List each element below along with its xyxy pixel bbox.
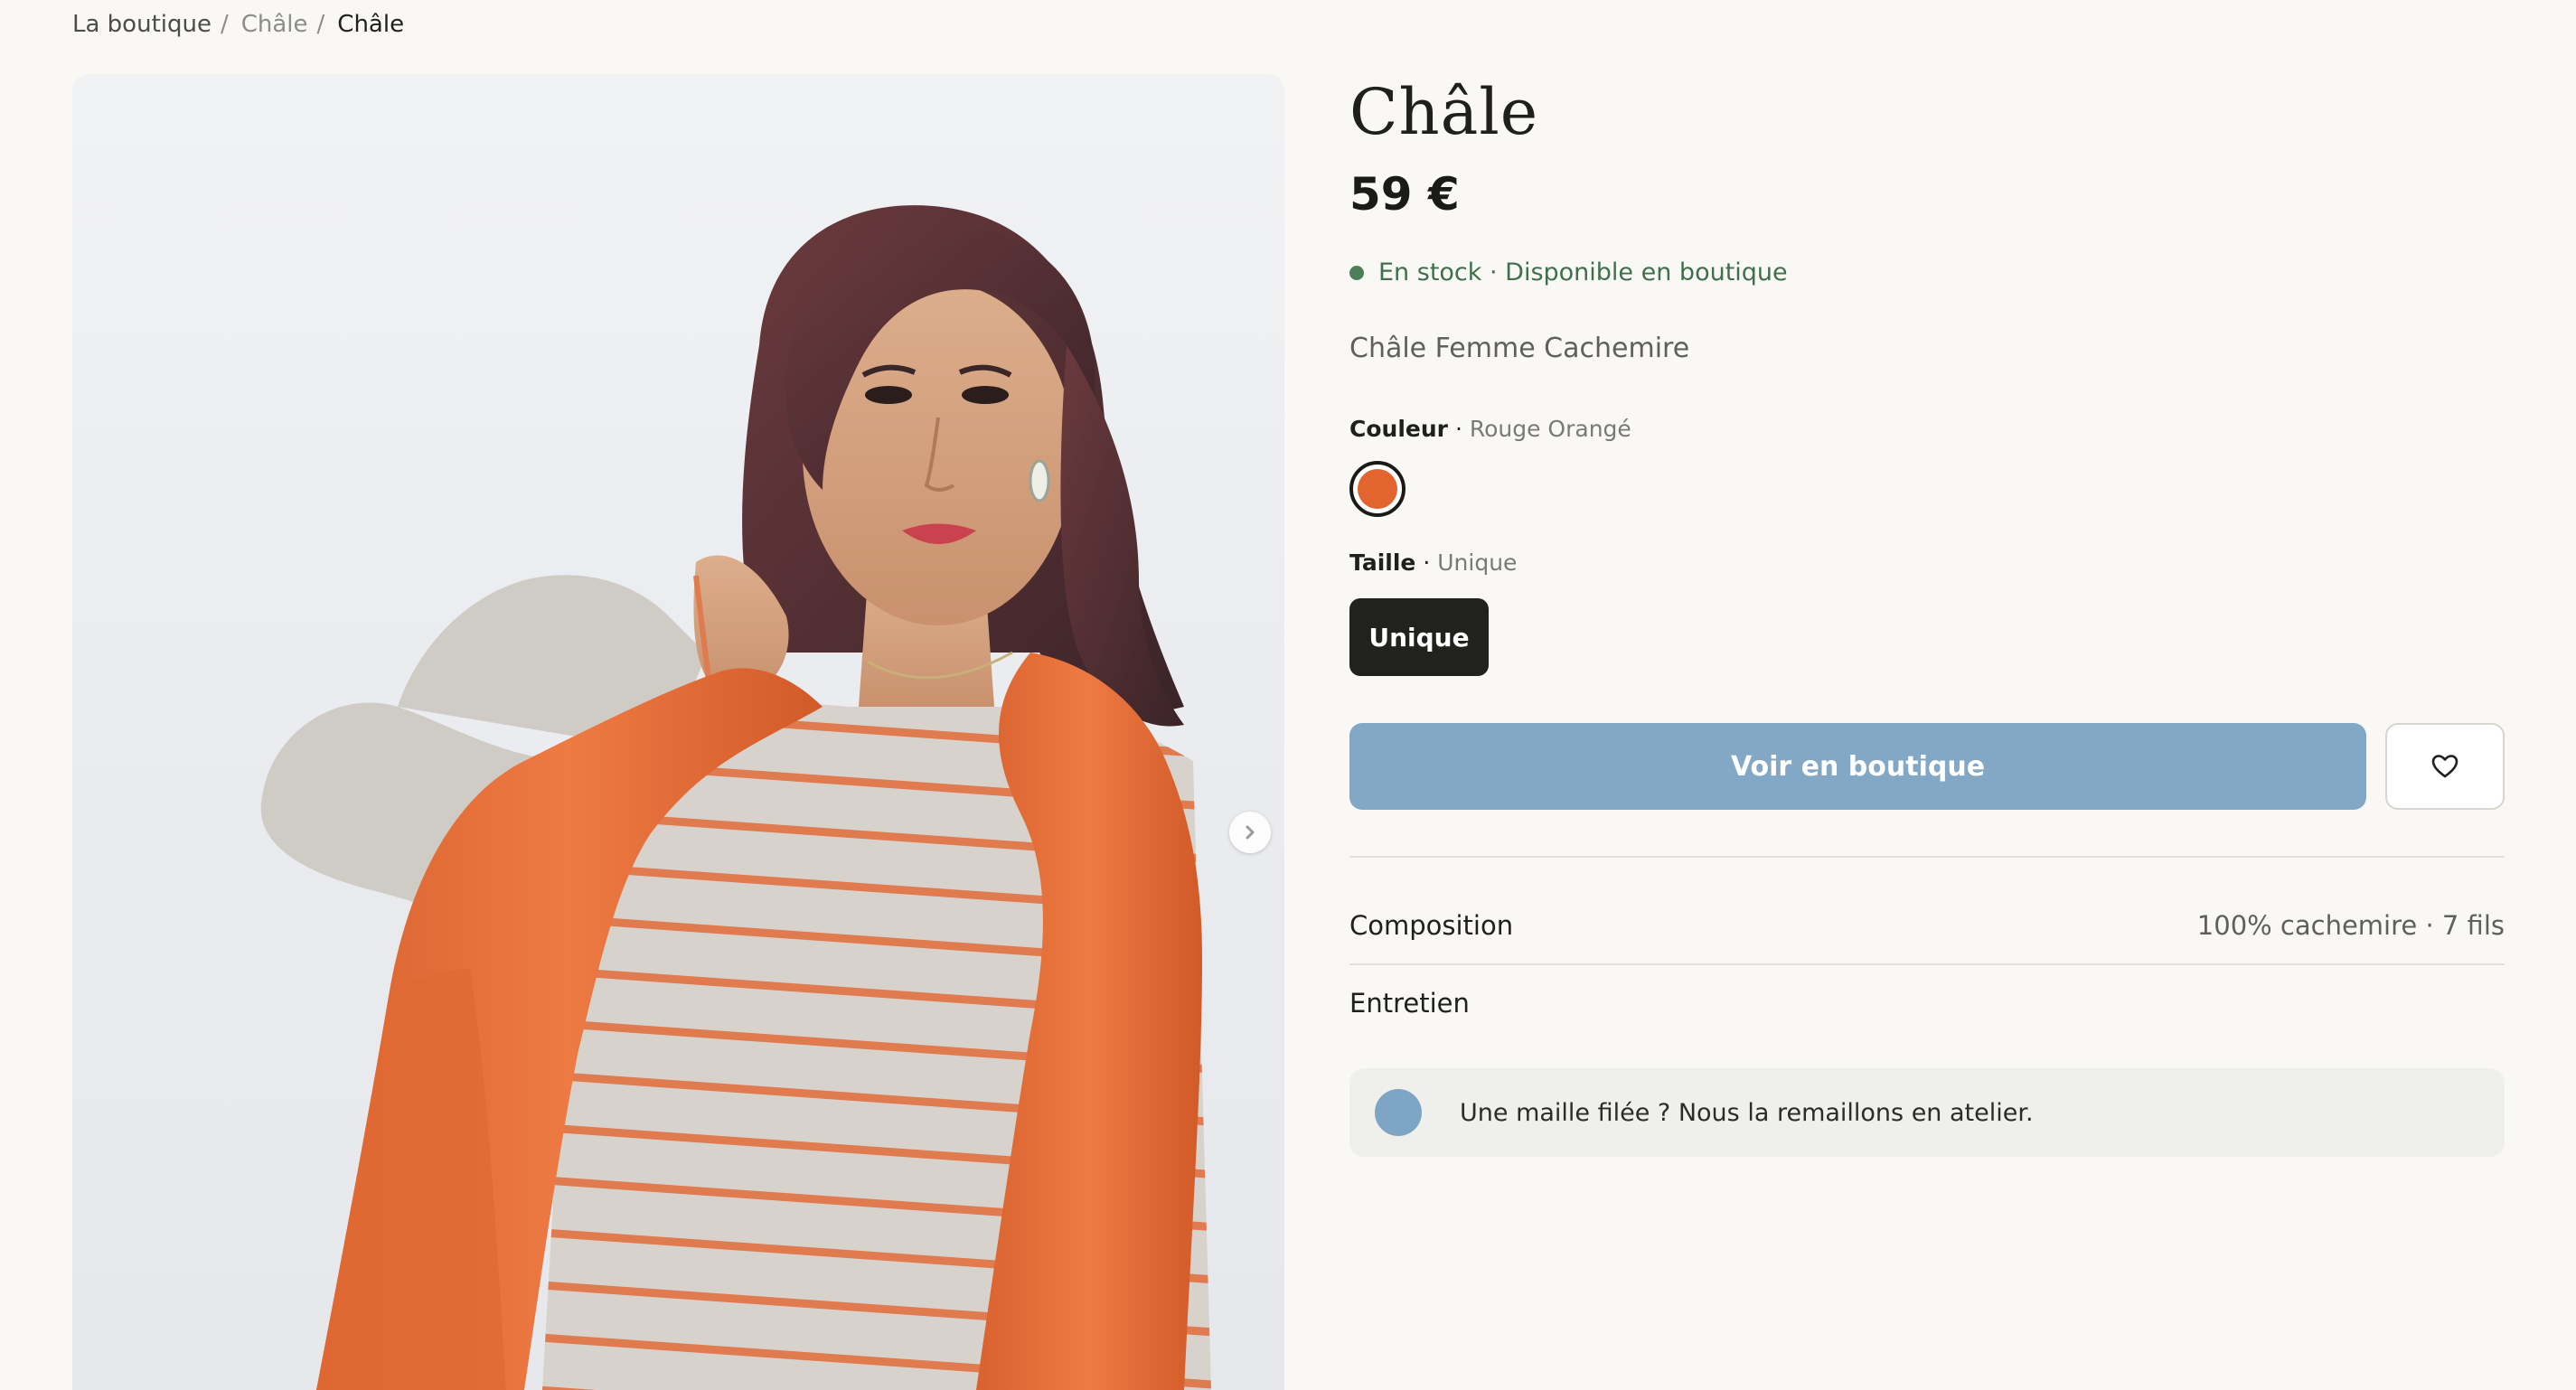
size-option-label: Taille · Unique [1349, 548, 1517, 578]
color-option-label: Couleur · Rouge Orangé [1349, 414, 1631, 445]
wishlist-button[interactable] [2385, 723, 2505, 810]
size-button-unique[interactable]: Unique [1349, 598, 1489, 676]
product-title: Châle [1349, 75, 1539, 149]
breadcrumb-link-category[interactable]: Châle [241, 9, 308, 40]
product-photo [260, 205, 1211, 1390]
stock-text: En stock · Disponible en boutique [1378, 258, 1788, 286]
stock-indicator-dot [1349, 265, 1364, 280]
breadcrumb: La boutique / Châle / Châle [72, 9, 404, 40]
gallery-next-button[interactable] [1229, 812, 1271, 853]
breadcrumb-separator: / [220, 11, 229, 38]
color-label: Couleur [1349, 416, 1448, 442]
repair-notice: Une maille filée ? Nous la remaillons en… [1349, 1068, 2505, 1157]
composition-label: Composition [1349, 910, 1514, 941]
heart-icon [2431, 755, 2458, 778]
size-label-dot: · [1423, 549, 1431, 576]
stock-status: En stock · Disponible en boutique [1349, 258, 1788, 286]
view-in-store-button[interactable]: Voir en boutique [1349, 723, 2366, 810]
color-label-dot: · [1454, 416, 1462, 442]
breadcrumb-current: Châle [337, 11, 405, 38]
color-value: Rouge Orangé [1469, 416, 1631, 442]
care-accordion[interactable]: Entretien [1349, 988, 1470, 1019]
color-swatch-button[interactable] [1349, 461, 1406, 517]
product-subtitle: Châle Femme Cachemire [1349, 333, 1690, 364]
product-gallery [72, 74, 1284, 1390]
composition-value: 100% cachemire · 7 fils [2196, 910, 2505, 941]
divider [1349, 963, 2505, 965]
size-value: Unique [1437, 549, 1518, 576]
notice-text: Une maille filée ? Nous la remaillons en… [1460, 1098, 2034, 1127]
chevron-right-icon [1246, 825, 1255, 840]
color-swatch [1358, 469, 1397, 509]
breadcrumb-separator: / [316, 11, 325, 38]
breadcrumb-link-shop[interactable]: La boutique [72, 9, 212, 40]
divider [1349, 856, 2505, 858]
product-price: 59 € [1349, 168, 1460, 221]
notice-icon [1375, 1089, 1422, 1136]
size-label: Taille [1349, 549, 1416, 576]
